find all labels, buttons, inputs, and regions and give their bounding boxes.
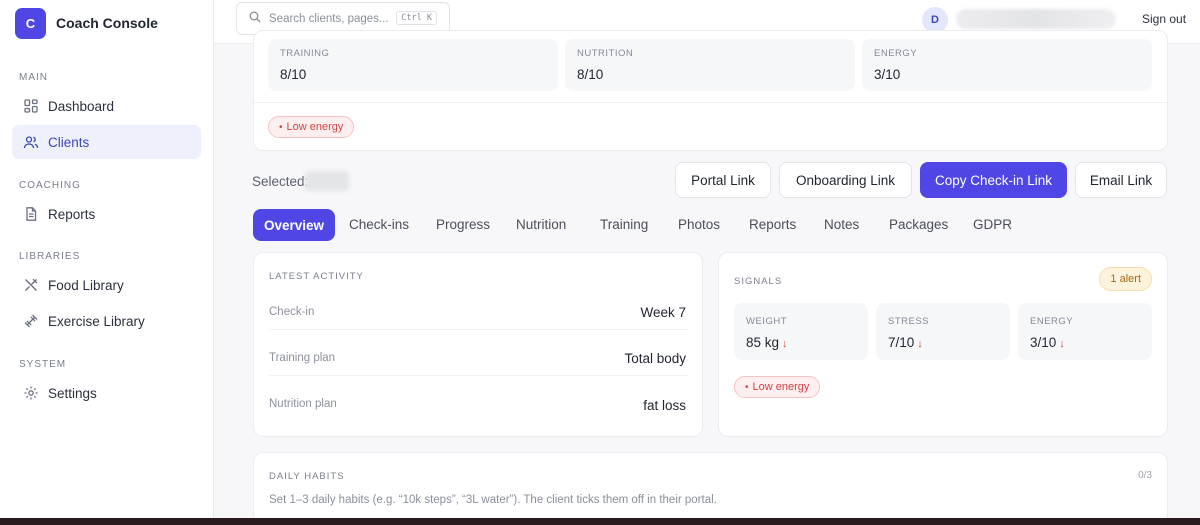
sidebar-item-dashboard[interactable]: Dashboard <box>12 89 201 123</box>
metric-label: ENERGY <box>1030 316 1074 327</box>
tab-gdpr[interactable]: GDPR <box>973 217 1012 232</box>
daily-habits-card: DAILY HABITS 0/3 Set 1–3 daily habits (e… <box>253 452 1168 525</box>
latest-activity-card: LATEST ACTIVITY Check-in Week 7 Training… <box>253 252 703 437</box>
metric-label: TRAINING <box>280 48 330 59</box>
low-energy-flag: • Low energy <box>734 376 821 398</box>
sidebar-item-label: Dashboard <box>48 98 115 114</box>
signal-energy: ENERGY 3/10 ↓ <box>1018 303 1152 360</box>
trend-down-icon: ↓ <box>917 338 923 350</box>
metric-value: 7/10 <box>888 335 915 350</box>
sidebar-item-label: Reports <box>48 206 96 222</box>
tab-reports[interactable]: Reports <box>749 217 796 232</box>
metric-value: 3/10 <box>1030 335 1057 350</box>
alert-badge: 1 alert <box>1099 267 1152 291</box>
metric-training: TRAINING 8/10 <box>268 39 558 91</box>
activity-row-label: Nutrition plan <box>269 398 337 410</box>
sign-out-button[interactable]: Sign out <box>1142 12 1186 26</box>
activity-row-value: Total body <box>624 351 686 366</box>
nav-section-coaching: COACHING <box>19 180 81 191</box>
metric-nutrition: NUTRITION 8/10 <box>565 39 855 91</box>
divider <box>254 102 1167 103</box>
users-icon <box>23 134 39 150</box>
sidebar-item-label: Food Library <box>48 277 124 293</box>
signal-stress: STRESS 7/10 ↓ <box>876 303 1010 360</box>
trend-down-icon: ↓ <box>1059 338 1065 350</box>
activity-row-label: Check-in <box>269 306 315 318</box>
email-link-button[interactable]: Email Link <box>1075 162 1167 198</box>
app-name: Coach Console <box>56 15 158 31</box>
trend-down-icon: ↓ <box>782 338 788 350</box>
sidebar-item-clients[interactable]: Clients <box>12 125 201 159</box>
metric-value: 8/10 <box>577 67 604 82</box>
search-icon <box>249 10 261 28</box>
latest-activity-title: LATEST ACTIVITY <box>269 271 364 282</box>
copy-check-in-link-button[interactable]: Copy Check-in Link <box>920 162 1067 198</box>
sidebar-item-food-library[interactable]: Food Library <box>12 268 201 302</box>
divider <box>269 329 687 330</box>
daily-habits-title: DAILY HABITS <box>269 471 345 482</box>
metric-label: STRESS <box>888 316 930 327</box>
portal-link-button[interactable]: Portal Link <box>675 162 771 198</box>
sidebar-item-reports[interactable]: Reports <box>12 197 201 231</box>
low-energy-flag: • Low energy <box>268 116 355 138</box>
habit-count: 0/3 <box>1138 470 1152 481</box>
user-name-redacted <box>956 9 1116 29</box>
sidebar-item-exercise-library[interactable]: Exercise Library <box>12 304 201 338</box>
activity-row-value: Week 7 <box>640 305 686 320</box>
utensils-icon <box>23 277 39 293</box>
metric-label: WEIGHT <box>746 316 787 327</box>
metric-label: ENERGY <box>874 48 918 59</box>
dumbbell-icon <box>23 313 39 329</box>
metric-value: 3/10 <box>874 67 901 82</box>
nav-section-libraries: LIBRARIES <box>19 251 81 262</box>
search-shortcut: Ctrl K <box>396 11 437 25</box>
signals-title: SIGNALS <box>734 276 783 287</box>
tab-packages[interactable]: Packages <box>889 217 948 232</box>
dot-icon: • <box>279 121 283 133</box>
nav-section-main: MAIN <box>19 72 48 83</box>
activity-row-value: fat loss <box>643 398 686 413</box>
dashboard-grid-icon <box>23 98 39 114</box>
gear-icon <box>23 385 39 401</box>
sidebar-item-label: Settings <box>48 385 97 401</box>
tab-check-ins[interactable]: Check-ins <box>349 217 409 232</box>
tab-progress[interactable]: Progress <box>436 217 490 232</box>
habit-description: Set 1–3 daily habits (e.g. “10k steps”, … <box>269 494 717 506</box>
dot-icon: • <box>745 381 749 393</box>
search-placeholder: Search clients, pages... <box>269 12 389 25</box>
nav-section-system: SYSTEM <box>19 359 67 370</box>
brand-logo: C <box>15 7 46 39</box>
sidebar-item-label: Exercise Library <box>48 313 145 329</box>
metric-energy: ENERGY 3/10 <box>862 39 1152 91</box>
tab-nutrition[interactable]: Nutrition <box>516 217 566 232</box>
brand[interactable]: C Coach Console <box>0 0 213 46</box>
sidebar-item-settings[interactable]: Settings <box>12 376 201 410</box>
flag-label: Low energy <box>752 381 810 393</box>
metric-value-group: 85 kg ↓ <box>746 335 788 350</box>
tab-notes[interactable]: Notes <box>824 217 859 232</box>
document-icon <box>23 206 39 222</box>
sidebar-item-label: Clients <box>48 134 90 150</box>
sidebar: C Coach Console MAIN Dashboard Clients C… <box>0 0 214 525</box>
divider <box>269 375 687 376</box>
metric-value-group: 3/10 ↓ <box>1030 335 1065 350</box>
metric-value: 85 kg <box>746 335 780 350</box>
selected-client-redacted <box>305 171 349 191</box>
signals-card: SIGNALS 1 alert WEIGHT 85 kg ↓ STRESS 7/1… <box>718 252 1168 437</box>
onboarding-link-button[interactable]: Onboarding Link <box>779 162 912 198</box>
tab-training[interactable]: Training <box>600 217 648 232</box>
window-bottom-edge <box>0 518 1200 525</box>
activity-row-label: Training plan <box>269 352 336 364</box>
tab-photos[interactable]: Photos <box>678 217 720 232</box>
flag-label: Low energy <box>286 121 344 133</box>
metric-label: NUTRITION <box>577 48 634 59</box>
selected-label: Selected: <box>252 174 309 189</box>
tab-overview[interactable]: Overview <box>253 209 336 241</box>
metric-value-group: 7/10 ↓ <box>888 335 923 350</box>
signal-weight: WEIGHT 85 kg ↓ <box>734 303 868 360</box>
metric-value: 8/10 <box>280 67 307 82</box>
summary-card: TRAINING 8/10 NUTRITION 8/10 ENERGY 3/10… <box>253 30 1168 151</box>
